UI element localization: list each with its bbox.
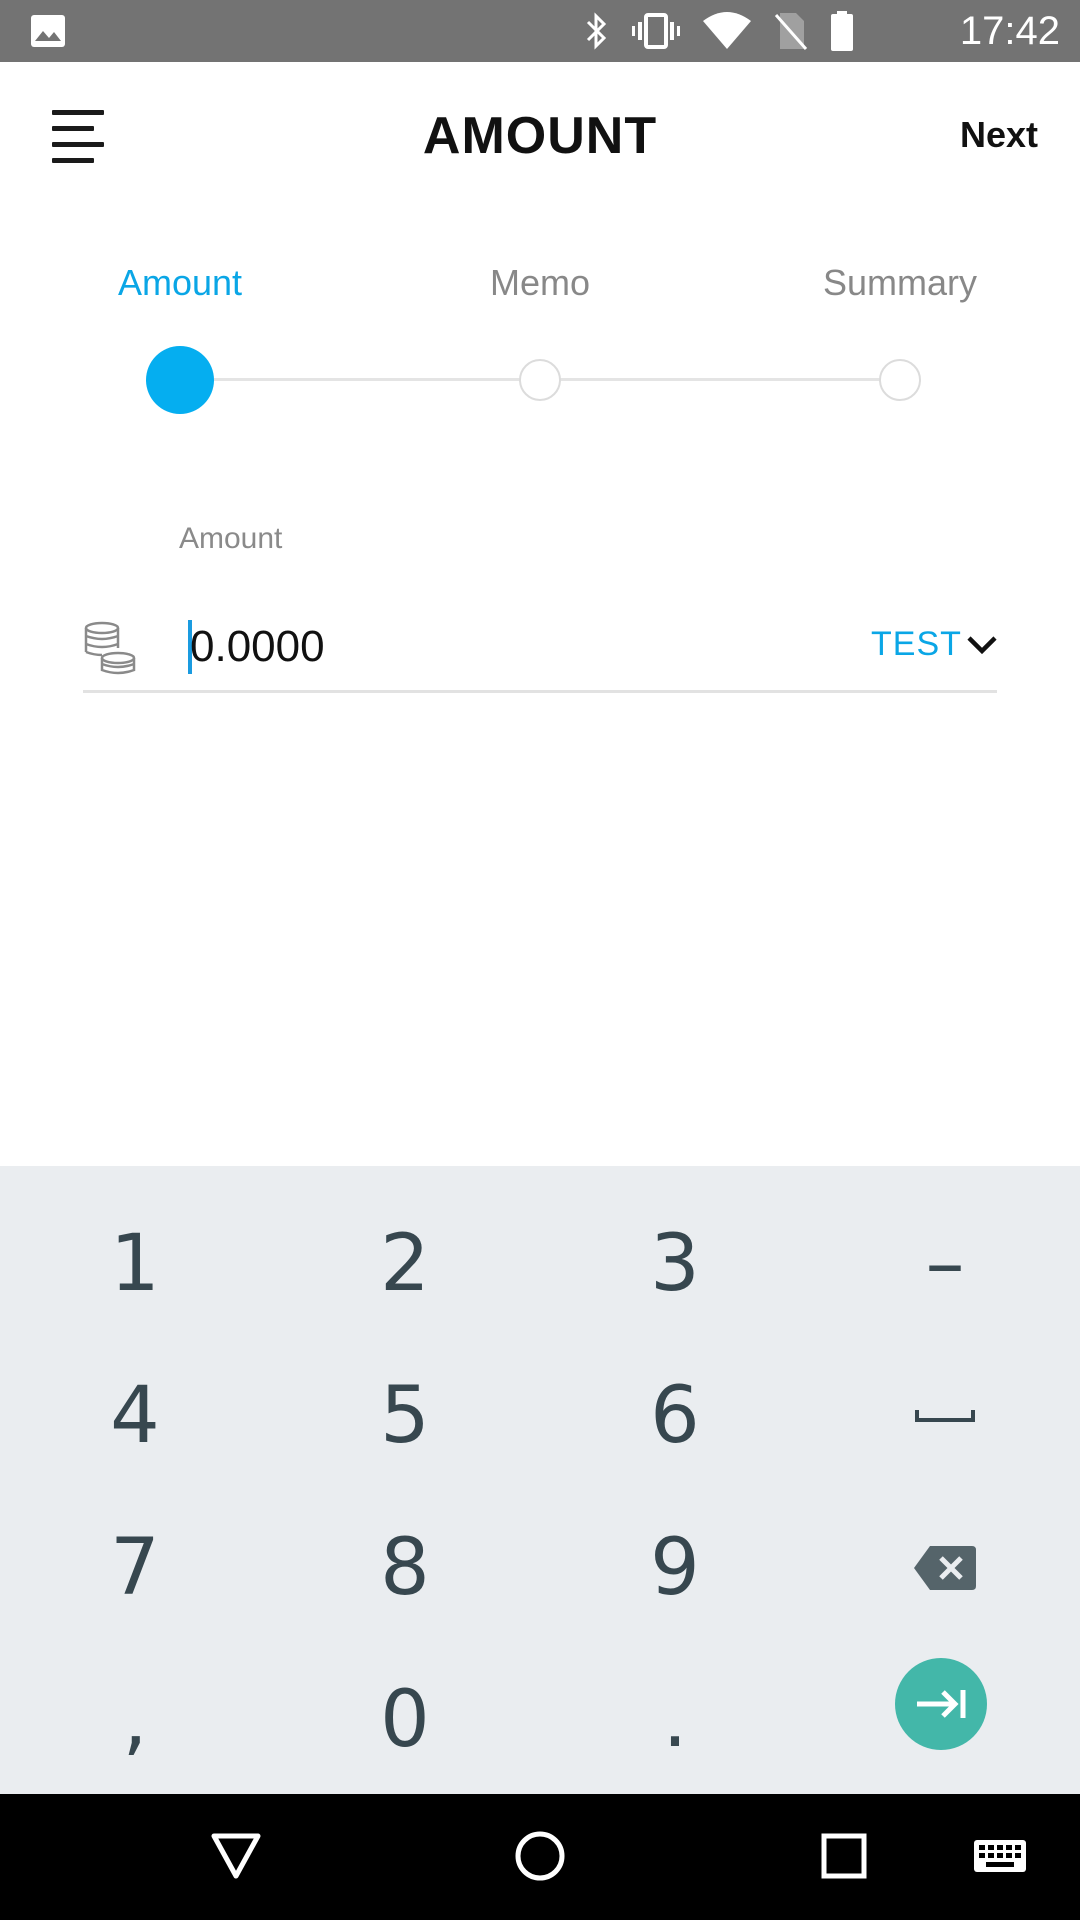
key-backspace[interactable] xyxy=(810,1492,1080,1644)
key-7[interactable]: 7 xyxy=(0,1492,270,1644)
home-icon[interactable] xyxy=(510,1826,570,1886)
key-comma[interactable]: , xyxy=(0,1644,270,1796)
backspace-icon xyxy=(914,1546,976,1590)
bluetooth-icon xyxy=(586,12,607,50)
navigation-bar xyxy=(0,1794,1080,1920)
key-minus[interactable]: – xyxy=(810,1188,1080,1340)
key-8[interactable]: 8 xyxy=(270,1492,540,1644)
keyboard-icon[interactable] xyxy=(972,1826,1028,1886)
next-button[interactable]: Next xyxy=(960,114,1038,156)
coins-icon xyxy=(84,621,136,675)
step-dot-memo[interactable] xyxy=(519,359,561,401)
status-time: 17:42 xyxy=(959,9,1060,53)
amount-field-label: Amount xyxy=(179,522,283,555)
key-period[interactable]: . xyxy=(540,1644,810,1796)
tab-next-icon xyxy=(917,1690,966,1718)
enter-key[interactable] xyxy=(895,1658,987,1750)
back-icon[interactable] xyxy=(206,1826,266,1886)
wifi-icon xyxy=(703,12,751,49)
key-2[interactable]: 2 xyxy=(270,1188,540,1340)
step-label-summary[interactable]: Summary xyxy=(750,262,1050,304)
no-sim-icon xyxy=(774,13,808,50)
app-bar: AMOUNT Next xyxy=(0,62,1080,212)
battery-icon xyxy=(831,11,853,51)
page-title: AMOUNT xyxy=(422,107,658,165)
vibrate-icon xyxy=(632,13,680,49)
key-9[interactable]: 9 xyxy=(540,1492,810,1644)
status-bar: 17:42 xyxy=(0,0,1080,62)
step-dot-amount[interactable] xyxy=(146,346,214,414)
chevron-down-icon[interactable] xyxy=(964,630,1000,660)
currency-selector[interactable]: TEST xyxy=(871,625,962,664)
key-6[interactable]: 6 xyxy=(540,1340,810,1492)
key-5[interactable]: 5 xyxy=(270,1340,540,1492)
space-icon xyxy=(915,1410,975,1422)
key-space[interactable] xyxy=(810,1340,1080,1492)
key-0[interactable]: 0 xyxy=(270,1644,540,1796)
step-label-amount[interactable]: Amount xyxy=(30,262,330,304)
progress-stepper: Amount Memo Summary xyxy=(0,250,1080,430)
step-connector xyxy=(180,378,520,381)
key-1[interactable]: 1 xyxy=(0,1188,270,1340)
step-dot-summary[interactable] xyxy=(879,359,921,401)
key-4[interactable]: 4 xyxy=(0,1340,270,1492)
recents-icon[interactable] xyxy=(814,1826,874,1886)
step-connector xyxy=(560,378,880,381)
gallery-icon xyxy=(31,15,65,47)
step-label-memo[interactable]: Memo xyxy=(390,262,690,304)
key-3[interactable]: 3 xyxy=(540,1188,810,1340)
amount-input[interactable]: 0.0000 xyxy=(190,617,325,677)
field-underline xyxy=(83,690,997,693)
